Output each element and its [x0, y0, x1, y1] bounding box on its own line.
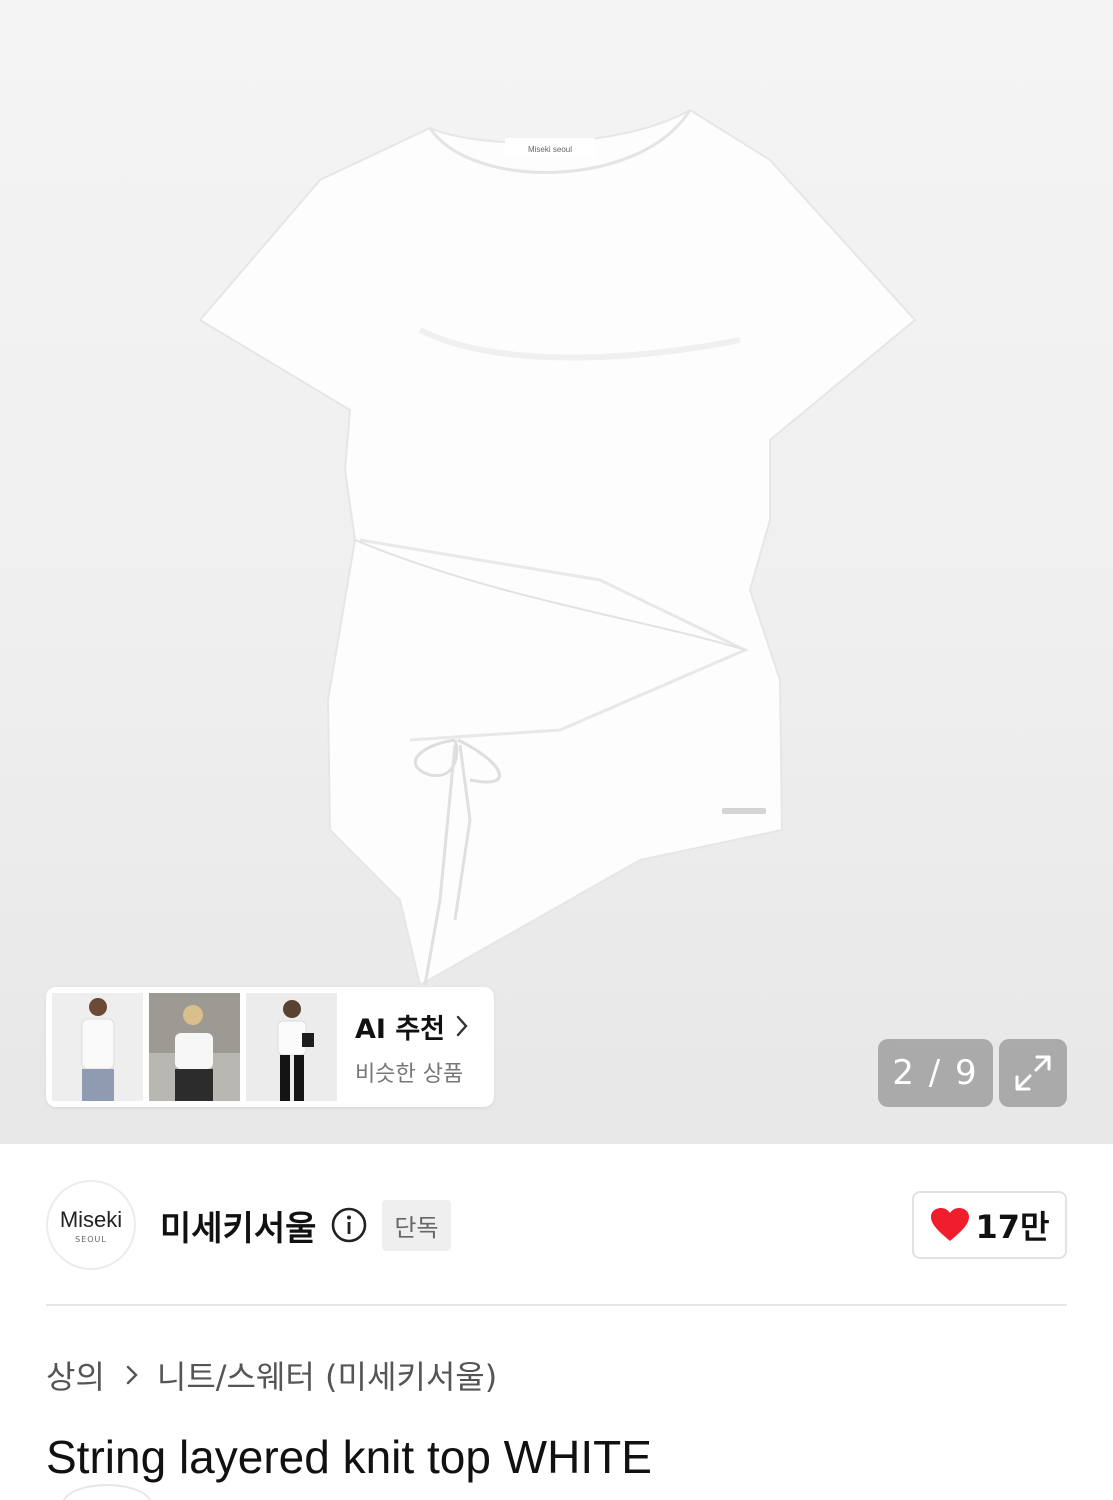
expand-button[interactable]	[999, 1039, 1067, 1107]
ai-recommend-thumbnail[interactable]	[52, 993, 143, 1101]
ai-recommend-thumbnail[interactable]	[246, 993, 337, 1101]
ai-recommend-card[interactable]: AI 추천 비슷한 상품	[46, 987, 494, 1107]
breadcrumb: 상의 니트/스웨터 (미세키서울)	[46, 1352, 497, 1398]
model-photo-icon	[52, 993, 143, 1101]
info-icon[interactable]	[330, 1206, 368, 1244]
breadcrumb-category[interactable]: 상의	[46, 1352, 105, 1398]
ai-recommend-subtitle: 비슷한 상품	[355, 1061, 464, 1087]
brand-logo-text: Miseki	[59, 1206, 123, 1232]
brand-row: Miseki SEOUL 미세키서울 단독 17만	[46, 1179, 1067, 1271]
chevron-right-icon	[126, 1365, 138, 1385]
like-button[interactable]: 17만	[912, 1191, 1067, 1259]
model-photo-icon	[149, 993, 240, 1101]
chevron-right-icon	[456, 1015, 468, 1037]
shirt-neck-label: Miseki seoul	[528, 145, 572, 154]
avatar	[62, 1484, 152, 1500]
product-title: String layered knit top WHITE	[46, 1431, 652, 1483]
product-image[interactable]: Miseki seoul	[0, 0, 1113, 1144]
exclusive-badge: 단독	[382, 1199, 451, 1251]
image-counter: 2 / 9	[878, 1039, 993, 1107]
heart-icon	[930, 1208, 969, 1241]
ai-recommend-thumbnail[interactable]	[149, 993, 240, 1101]
divider	[46, 1304, 1067, 1306]
brand-name[interactable]: 미세키서울	[160, 1201, 316, 1250]
brand-logo-subtext: SEOUL	[75, 1234, 107, 1244]
ai-recommend-label: AI 추천	[355, 1013, 446, 1045]
ai-recommend-text[interactable]: AI 추천 비슷한 상품	[355, 1007, 469, 1088]
ai-recommend-title[interactable]: AI 추천	[355, 1007, 469, 1046]
brand-logo[interactable]: Miseki SEOUL	[46, 1180, 136, 1270]
expand-icon	[1015, 1055, 1051, 1091]
breadcrumb-subcategory[interactable]: 니트/스웨터 (미세키서울)	[157, 1352, 497, 1398]
product-image-gallery[interactable]: Miseki seoul AI 추천 비슷한 상품 2 / 9	[0, 0, 1113, 1144]
like-count: 17만	[975, 1208, 1050, 1246]
model-photo-icon	[246, 993, 337, 1101]
